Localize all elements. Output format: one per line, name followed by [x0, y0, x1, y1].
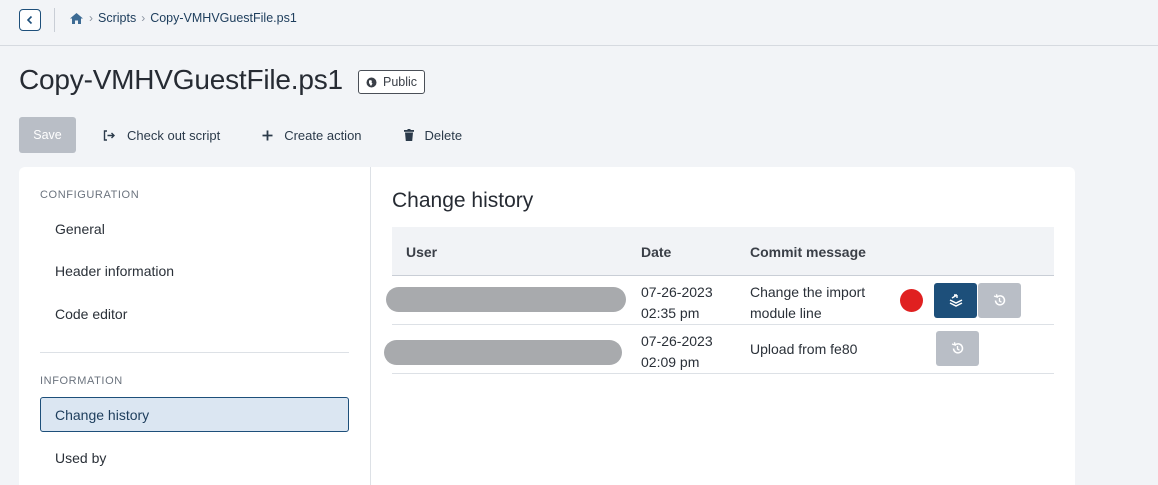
- toolbar: Save Check out script Create action Dele…: [19, 117, 504, 153]
- section-title: Change history: [392, 189, 534, 212]
- chevron-right-icon: ›: [141, 11, 146, 25]
- badge-label: Public: [383, 75, 418, 89]
- commit-message-line: Upload from fe80: [750, 341, 858, 357]
- check-out-script-button[interactable]: Check out script: [103, 128, 220, 143]
- sidebar-item-header-information[interactable]: Header information: [40, 253, 349, 288]
- divider: [40, 352, 349, 353]
- check-out-script-label: Check out script: [127, 127, 221, 143]
- back-icon: [26, 15, 33, 25]
- commit-date-time: 02:09 pm: [641, 354, 700, 370]
- sidebar-item-used-by[interactable]: Used by: [40, 440, 349, 475]
- chevron-right-icon: ›: [89, 11, 93, 25]
- sidebar-item-general[interactable]: General: [40, 211, 349, 246]
- commit-date-day: 07-26-2023: [641, 333, 713, 349]
- commit-message: Change the import module line: [750, 282, 865, 324]
- trash-icon: [403, 129, 414, 141]
- sidebar: CONFIGURATION General Header information…: [19, 167, 371, 485]
- delete-button[interactable]: Delete: [403, 127, 463, 143]
- status-dot: [900, 289, 923, 312]
- main-card: CONFIGURATION General Header information…: [19, 167, 1075, 485]
- column-header-commit-message: Commit message: [750, 244, 866, 260]
- divider: [54, 8, 55, 32]
- home-icon[interactable]: [69, 12, 84, 25]
- restore-button[interactable]: [978, 283, 1021, 318]
- column-header-user: User: [406, 244, 438, 260]
- table-row: 07-26-2023 02:35 pm Change the import mo…: [386, 276, 1054, 325]
- section-heading-configuration: CONFIGURATION: [40, 189, 140, 201]
- page-title: Copy-VMHVGuestFile.ps1: [19, 64, 343, 95]
- visibility-badge: Public: [358, 70, 426, 94]
- create-action-label: Create action: [284, 127, 362, 143]
- table-row: 07-26-2023 02:09 pm Upload from fe80: [384, 325, 1054, 374]
- compare-icon: [949, 294, 962, 307]
- breadcrumb: › Scripts › Copy-VMHVGuestFile.ps1: [69, 11, 297, 25]
- back-button[interactable]: [19, 9, 41, 31]
- table-header: User Date Commit message: [392, 227, 1054, 276]
- sidebar-item-change-history[interactable]: Change history: [40, 397, 349, 432]
- restore-button[interactable]: [936, 331, 979, 366]
- commit-message: Upload from fe80: [750, 339, 857, 360]
- user-redacted: [384, 340, 622, 365]
- change-history-table: User Date Commit message 07-26-2023 02:3…: [384, 227, 1054, 374]
- commit-message-line: Change the import: [750, 284, 866, 300]
- globe-icon: [366, 77, 377, 88]
- breadcrumb-current: Copy-VMHVGuestFile.ps1: [150, 11, 297, 25]
- delete-label: Delete: [424, 127, 463, 143]
- compare-button[interactable]: [934, 283, 977, 318]
- plus-icon: [262, 130, 273, 141]
- create-action-button[interactable]: Create action: [262, 127, 362, 143]
- save-button[interactable]: Save: [19, 117, 76, 153]
- user-redacted: [386, 287, 626, 312]
- restore-icon: [951, 342, 964, 354]
- commit-date: 07-26-2023 02:09 pm: [641, 331, 713, 373]
- restore-icon: [993, 294, 1006, 306]
- checkout-icon: [103, 129, 116, 141]
- breadcrumb-scripts[interactable]: Scripts: [98, 11, 136, 25]
- column-header-date: Date: [641, 244, 672, 260]
- commit-date-day: 07-26-2023: [641, 284, 713, 300]
- commit-message-line: module line: [750, 305, 822, 321]
- sidebar-item-code-editor[interactable]: Code editor: [40, 296, 349, 331]
- commit-date: 07-26-2023 02:35 pm: [641, 282, 713, 324]
- commit-date-time: 02:35 pm: [641, 305, 700, 321]
- top-bar: › Scripts › Copy-VMHVGuestFile.ps1: [0, 0, 1158, 46]
- section-heading-information: INFORMATION: [40, 375, 123, 387]
